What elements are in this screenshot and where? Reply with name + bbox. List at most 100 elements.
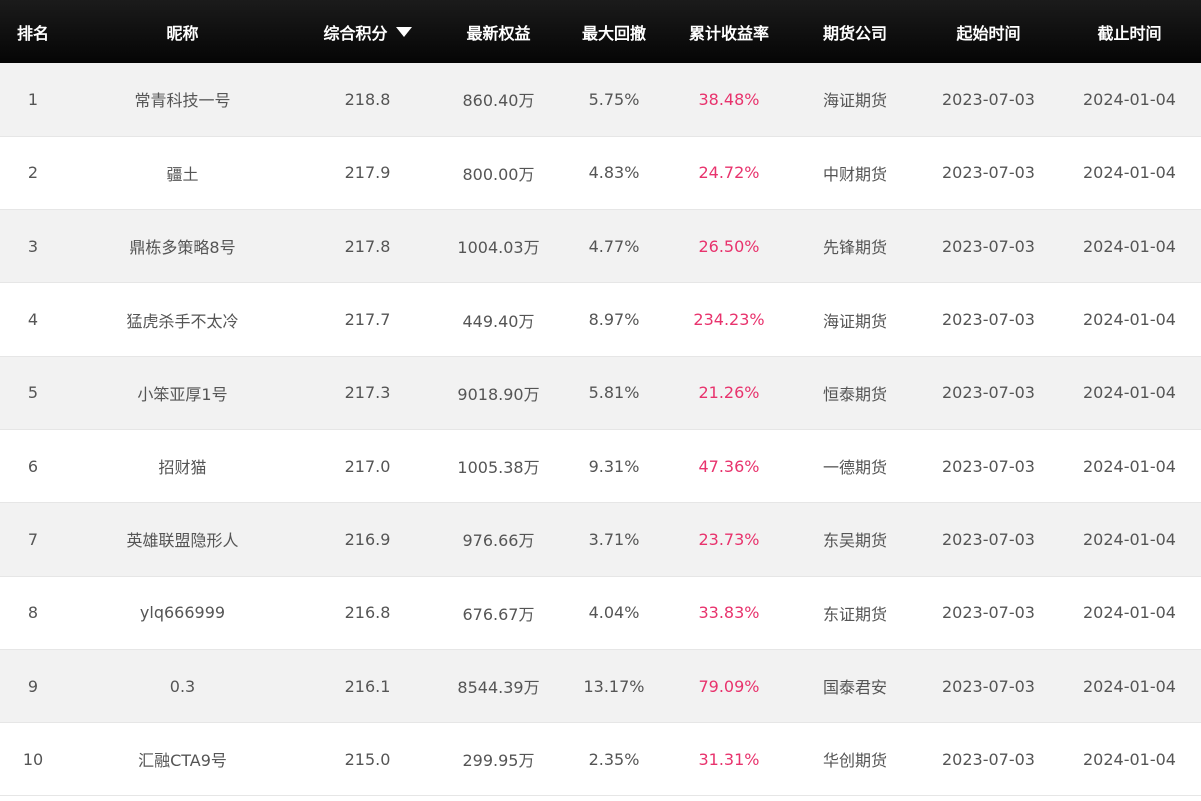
cell-rank: 3 [0,209,66,284]
col-header-score[interactable]: 综合积分 [299,0,436,63]
cell-drawdown: 3.71% [561,502,667,577]
cell-end: 2024-01-04 [1058,429,1201,504]
cell-start: 2023-07-03 [919,356,1058,430]
table-row[interactable]: 6 招财猫 217.0 1005.38万 9.31% 47.36% 一德期货 2023-07-… [0,429,1201,504]
table-body: 1 常青科技一号 218.8 860.40万 5.75% 38.48% 海证期货 2023-0… [0,63,1201,797]
cell-end: 2024-01-04 [1058,649,1201,724]
header-row: 排名 昵称 综合积分 最新权益 最大回撤 累计收益率 期货公司 起始时间 截止时… [0,0,1201,63]
cell-score: 216.9 [299,502,436,577]
cell-start: 2023-07-03 [919,502,1058,577]
cell-rank: 5 [0,356,66,430]
cell-drawdown: 4.77% [561,209,667,284]
cell-end: 2024-01-04 [1058,63,1201,137]
cell-start: 2023-07-03 [919,722,1058,797]
cell-equity: 9018.90万 [436,356,561,430]
cell-start: 2023-07-03 [919,136,1058,211]
cell-start: 2023-07-03 [919,63,1058,137]
col-header-score-label: 综合积分 [323,23,388,43]
col-header-company[interactable]: 期货公司 [791,0,919,63]
cell-score: 216.1 [299,649,436,724]
cell-end: 2024-01-04 [1058,282,1201,357]
cell-start: 2023-07-03 [919,429,1058,504]
cell-nickname[interactable]: 鼎栋多策略8号 [66,209,299,284]
cell-nickname[interactable]: 招财猫 [66,429,299,504]
cell-score: 216.8 [299,576,436,650]
caret-down-icon[interactable] [395,26,412,37]
cell-equity: 299.95万 [436,722,561,797]
col-header-nickname[interactable]: 昵称 [66,0,299,63]
col-header-equity[interactable]: 最新权益 [436,0,561,63]
cell-rank: 7 [0,502,66,577]
table-row[interactable]: 3 鼎栋多策略8号 217.8 1004.03万 4.77% 26.50% 先锋期货 2023… [0,209,1201,284]
table-row[interactable]: 4 猛虎杀手不太冷 217.7 449.40万 8.97% 234.23% 海证期货 2023… [0,282,1201,357]
cell-rank: 6 [0,429,66,504]
table-row[interactable]: 8 ylq666999 216.8 676.67万 4.04% 33.83% 东证期货 202… [0,576,1201,650]
cell-drawdown: 5.81% [561,356,667,430]
ranking-table: 排名 昵称 综合积分 最新权益 最大回撤 累计收益率 期货公司 起始时间 截止时… [0,0,1201,797]
cell-equity: 676.67万 [436,576,561,650]
cell-company: 东吴期货 [791,502,919,577]
cell-equity: 860.40万 [436,63,561,137]
table-row[interactable]: 2 疆土 217.9 800.00万 4.83% 24.72% 中财期货 2023-07-03… [0,136,1201,211]
table-row[interactable]: 9 0.3 216.1 8544.39万 13.17% 79.09% 国泰君安 2023-07… [0,649,1201,724]
cell-start: 2023-07-03 [919,649,1058,724]
cell-start: 2023-07-03 [919,576,1058,650]
cell-score: 215.0 [299,722,436,797]
cell-nickname[interactable]: ylq666999 [66,576,299,650]
cell-rank: 8 [0,576,66,650]
cell-return: 24.72% [667,136,791,211]
cell-return: 38.48% [667,63,791,137]
cell-rank: 10 [0,722,66,797]
cell-return: 47.36% [667,429,791,504]
col-header-return[interactable]: 累计收益率 [667,0,791,63]
cell-start: 2023-07-03 [919,209,1058,284]
cell-company: 海证期货 [791,63,919,137]
cell-score: 217.8 [299,209,436,284]
cell-company: 一德期货 [791,429,919,504]
cell-nickname[interactable]: 疆土 [66,136,299,211]
cell-return: 21.26% [667,356,791,430]
table-row[interactable]: 1 常青科技一号 218.8 860.40万 5.75% 38.48% 海证期货 2023-0… [0,63,1201,137]
cell-drawdown: 8.97% [561,282,667,357]
cell-nickname[interactable]: 猛虎杀手不太冷 [66,282,299,357]
cell-rank: 9 [0,649,66,724]
cell-score: 217.3 [299,356,436,430]
col-header-end[interactable]: 截止时间 [1058,0,1201,63]
cell-nickname[interactable]: 汇融CTA9号 [66,722,299,797]
cell-company: 海证期货 [791,282,919,357]
cell-start: 2023-07-03 [919,282,1058,357]
cell-drawdown: 2.35% [561,722,667,797]
cell-equity: 1004.03万 [436,209,561,284]
cell-score: 217.7 [299,282,436,357]
cell-rank: 4 [0,282,66,357]
cell-return: 26.50% [667,209,791,284]
cell-drawdown: 4.83% [561,136,667,211]
cell-score: 217.0 [299,429,436,504]
col-header-start[interactable]: 起始时间 [919,0,1058,63]
cell-drawdown: 5.75% [561,63,667,137]
cell-nickname[interactable]: 常青科技一号 [66,63,299,137]
cell-nickname[interactable]: 英雄联盟隐形人 [66,502,299,577]
cell-nickname[interactable]: 0.3 [66,649,299,724]
cell-score: 217.9 [299,136,436,211]
cell-return: 234.23% [667,282,791,357]
cell-rank: 2 [0,136,66,211]
table-row[interactable]: 7 英雄联盟隐形人 216.9 976.66万 3.71% 23.73% 东吴期货 2023-… [0,502,1201,577]
cell-return: 23.73% [667,502,791,577]
cell-return: 31.31% [667,722,791,797]
cell-nickname[interactable]: 小笨亚厚1号 [66,356,299,430]
cell-company: 华创期货 [791,722,919,797]
cell-company: 先锋期货 [791,209,919,284]
col-header-drawdown[interactable]: 最大回撤 [561,0,667,63]
cell-return: 79.09% [667,649,791,724]
cell-end: 2024-01-04 [1058,576,1201,650]
cell-end: 2024-01-04 [1058,209,1201,284]
table-row[interactable]: 10 汇融CTA9号 215.0 299.95万 2.35% 31.31% 华创期货 2023… [0,722,1201,797]
cell-company: 国泰君安 [791,649,919,724]
col-header-rank[interactable]: 排名 [0,0,66,63]
table-header: 排名 昵称 综合积分 最新权益 最大回撤 累计收益率 期货公司 起始时间 截止时… [0,0,1201,63]
table-row[interactable]: 5 小笨亚厚1号 217.3 9018.90万 5.81% 21.26% 恒泰期货 2023-… [0,356,1201,430]
cell-end: 2024-01-04 [1058,722,1201,797]
cell-company: 恒泰期货 [791,356,919,430]
cell-company: 东证期货 [791,576,919,650]
